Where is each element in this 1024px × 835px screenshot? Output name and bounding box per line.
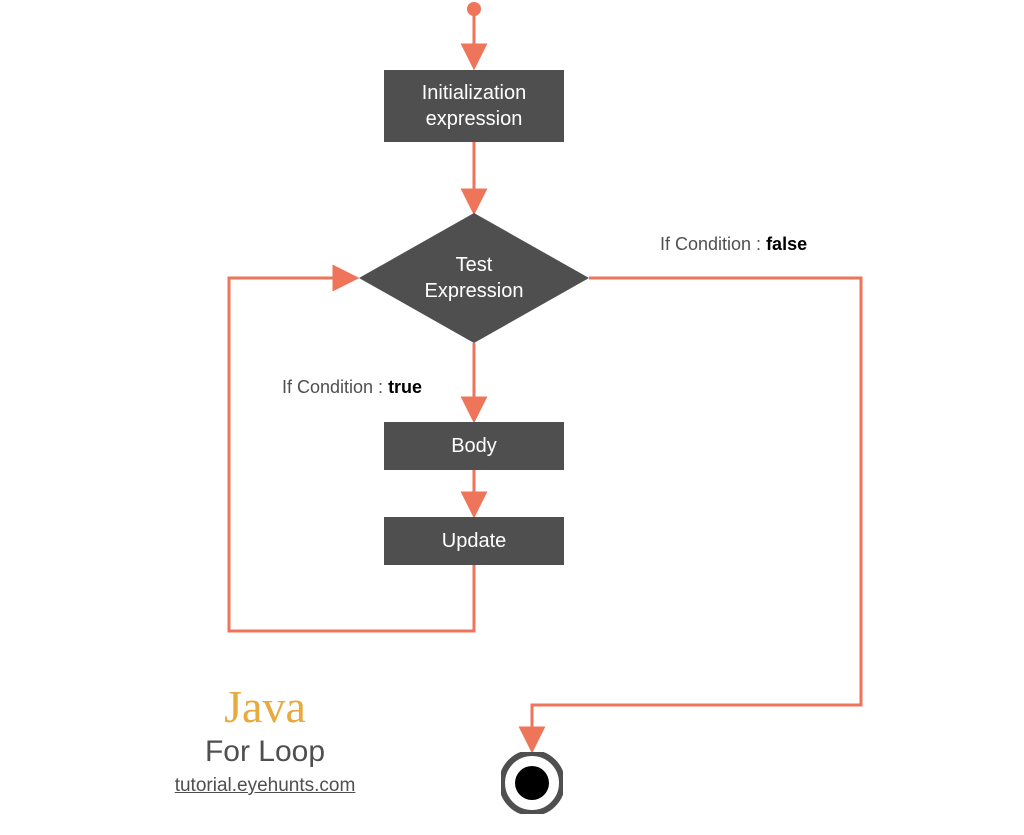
decision-test-expression: Test Expression [359,213,589,343]
body-label: Body [451,433,497,459]
update-label: Update [442,528,507,554]
update-box: Update [384,517,564,565]
title-sub: For Loop [150,735,380,769]
init-label: Initialization expression [422,80,527,132]
condition-false-label: If Condition : false [660,234,807,255]
init-box: Initialization expression [384,70,564,142]
title-block: Java For Loop tutorial.eyehunts.com [150,680,380,797]
title-site: tutorial.eyehunts.com [150,775,380,797]
end-node [501,752,563,814]
test-label: Test Expression [425,252,524,304]
title-main: Java [150,680,380,733]
body-box: Body [384,422,564,470]
condition-true-label: If Condition : true [282,377,422,398]
start-node [467,2,481,16]
